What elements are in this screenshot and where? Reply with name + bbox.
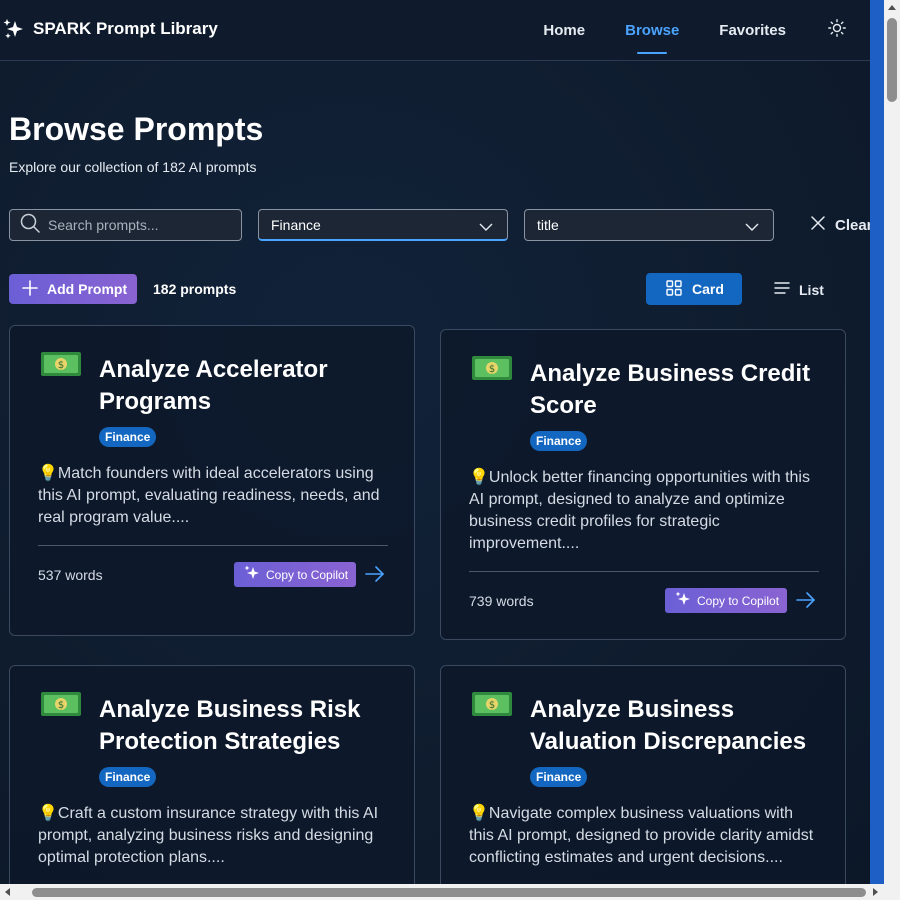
chevron-down-icon xyxy=(479,219,493,235)
card-description: 💡Match founders with ideal accelerators … xyxy=(38,465,380,526)
card-view-button[interactable]: Card xyxy=(646,273,742,305)
sparkle-icon xyxy=(3,18,25,40)
prompt-card[interactable]: $ Analyze Accelerator Programs Finance 💡… xyxy=(9,325,415,636)
svg-text:$: $ xyxy=(58,700,64,711)
scroll-up-icon[interactable] xyxy=(888,5,896,10)
card-divider xyxy=(469,571,819,572)
list-view-label: List xyxy=(799,281,824,298)
prompt-card[interactable]: $ Analyze Business Valuation Discrepanci… xyxy=(440,665,846,884)
search-field[interactable] xyxy=(9,209,242,241)
page-subtitle: Explore our collection of 182 AI prompts xyxy=(9,159,257,175)
card-title[interactable]: Analyze Business Credit Score xyxy=(530,358,820,422)
horizontal-scrollbar[interactable] xyxy=(0,884,900,900)
search-icon xyxy=(20,213,40,238)
horizontal-scrollbar-thumb[interactable] xyxy=(32,888,866,897)
app-viewport: SPARK Prompt Library Home Browse Favorit… xyxy=(0,0,870,884)
word-count: 537 words xyxy=(38,567,103,583)
search-input[interactable] xyxy=(48,217,238,233)
sun-icon xyxy=(828,18,846,42)
money-icon: $ xyxy=(471,690,513,718)
category-badge: Finance xyxy=(99,767,157,787)
svg-text:$: $ xyxy=(489,364,495,375)
nav-home[interactable]: Home xyxy=(543,0,585,60)
main-nav: Home Browse Favorites xyxy=(503,0,848,60)
copy-label: Copy to Copilot xyxy=(266,567,349,582)
word-count: 739 words xyxy=(469,593,534,609)
grid-icon xyxy=(666,279,682,299)
nav-favorites[interactable]: Favorites xyxy=(719,0,786,60)
arrow-right-icon[interactable] xyxy=(365,565,385,588)
app-title: SPARK Prompt Library xyxy=(33,19,218,38)
money-icon: $ xyxy=(40,350,82,378)
arrow-right-icon[interactable] xyxy=(796,591,816,614)
card-title[interactable]: Analyze Business Risk Protection Strateg… xyxy=(99,694,389,758)
category-select-value: Finance xyxy=(271,216,321,233)
close-icon xyxy=(810,215,826,235)
add-prompt-label: Add Prompt xyxy=(47,281,128,297)
copy-to-copilot-button[interactable]: Copy to Copilot xyxy=(234,562,356,587)
vertical-scrollbar-thumb[interactable] xyxy=(887,18,897,102)
sparkle-icon xyxy=(244,565,260,584)
category-badge: Finance xyxy=(99,427,157,447)
card-description: 💡Unlock better financing opportunities w… xyxy=(469,469,810,552)
sort-select[interactable]: title xyxy=(524,209,774,241)
prompt-card[interactable]: $ Analyze Business Credit Score Finance … xyxy=(440,329,846,640)
money-icon: $ xyxy=(471,354,513,382)
card-divider xyxy=(38,545,388,546)
top-header: SPARK Prompt Library Home Browse Favorit… xyxy=(0,0,870,61)
theme-toggle-button[interactable] xyxy=(826,18,848,42)
prompt-count: 182 prompts xyxy=(153,281,237,297)
page-edge-accent xyxy=(870,0,884,884)
card-description: 💡Navigate complex business valuations wi… xyxy=(469,805,814,866)
chevron-down-icon xyxy=(745,219,759,235)
money-icon: $ xyxy=(40,690,82,718)
copy-to-copilot-button[interactable]: Copy to Copilot xyxy=(665,588,787,613)
prompt-card[interactable]: $ Analyze Business Risk Protection Strat… xyxy=(9,665,415,884)
card-title[interactable]: Analyze Business Valuation Discrepancies xyxy=(530,694,820,758)
clear-label: Clear xyxy=(835,216,870,234)
brand[interactable]: SPARK Prompt Library xyxy=(3,18,218,40)
card-description: 💡Craft a custom insurance strategy with … xyxy=(38,805,379,866)
svg-text:$: $ xyxy=(58,360,64,371)
card-title[interactable]: Analyze Accelerator Programs xyxy=(99,354,389,418)
plus-icon xyxy=(22,279,38,299)
svg-text:$: $ xyxy=(489,700,495,711)
page-title: Browse Prompts xyxy=(9,111,264,147)
add-prompt-button[interactable]: Add Prompt xyxy=(9,274,137,304)
nav-browse[interactable]: Browse xyxy=(625,0,679,60)
copy-label: Copy to Copilot xyxy=(697,593,780,608)
sparkle-icon xyxy=(675,591,691,610)
list-view-button[interactable]: List xyxy=(774,281,824,298)
category-badge: Finance xyxy=(530,767,588,787)
category-badge: Finance xyxy=(530,431,588,451)
category-select[interactable]: Finance xyxy=(258,209,508,241)
sort-select-value: title xyxy=(537,217,559,233)
card-view-label: Card xyxy=(692,281,724,297)
scroll-right-icon[interactable] xyxy=(873,888,878,896)
scroll-left-icon[interactable] xyxy=(5,888,10,896)
list-icon xyxy=(774,281,790,298)
clear-filters-button[interactable]: Clear xyxy=(810,215,870,235)
vertical-scrollbar[interactable] xyxy=(884,0,900,884)
